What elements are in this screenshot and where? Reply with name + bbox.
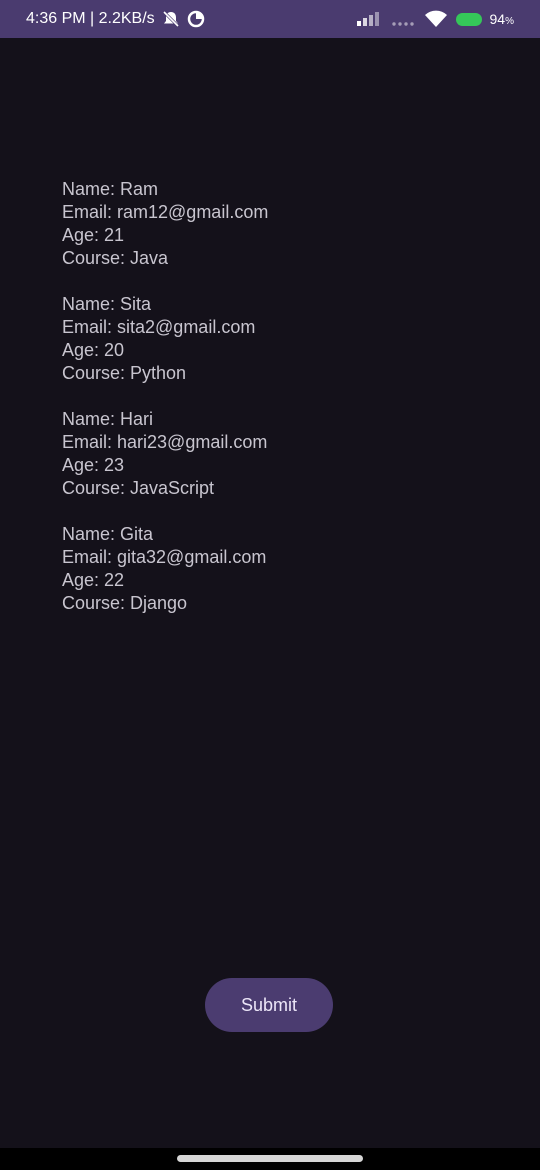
student-email: Email: ram12@gmail.com <box>62 202 269 222</box>
home-indicator[interactable] <box>177 1155 363 1162</box>
student-list: Name: Ram Email: ram12@gmail.com Age: 21… <box>62 178 502 638</box>
navigation-bar <box>0 1148 540 1170</box>
student-email: Email: gita32@gmail.com <box>62 547 267 567</box>
submit-button[interactable]: Submit <box>205 978 333 1032</box>
student-course: Course: Java <box>62 248 169 268</box>
student-age: Age: 23 <box>62 455 125 475</box>
student-course: Course: JavaScript <box>62 478 215 498</box>
student-card: Name: Hari Email: hari23@gmail.com Age: … <box>62 408 502 500</box>
student-course: Course: Python <box>62 363 187 383</box>
student-name: Name: Sita <box>62 294 152 314</box>
vpn-icon <box>187 10 205 28</box>
student-card: Name: Ram Email: ram12@gmail.com Age: 21… <box>62 178 502 270</box>
student-email: Email: hari23@gmail.com <box>62 432 268 452</box>
mute-icon <box>161 10 181 28</box>
student-course: Course: Django <box>62 593 188 613</box>
status-bar: 4:36 PM | 2.2KB/s 94% <box>0 0 540 38</box>
student-email: Email: sita2@gmail.com <box>62 317 256 337</box>
student-card: Name: Gita Email: gita32@gmail.com Age: … <box>62 523 502 615</box>
status-right: 94% <box>356 10 514 28</box>
student-name: Name: Gita <box>62 524 154 544</box>
status-left: 4:36 PM | 2.2KB/s <box>26 10 205 28</box>
battery-percent: 94% <box>489 11 514 27</box>
student-name: Name: Ram <box>62 179 159 199</box>
student-name: Name: Hari <box>62 409 154 429</box>
student-age: Age: 21 <box>62 225 125 245</box>
student-age: Age: 22 <box>62 570 125 590</box>
student-age: Age: 20 <box>62 340 125 360</box>
status-time: 4:36 PM | 2.2KB/s <box>26 10 155 27</box>
student-card: Name: Sita Email: sita2@gmail.com Age: 2… <box>62 293 502 385</box>
signal-icon <box>356 11 416 27</box>
battery-icon <box>455 12 482 26</box>
wifi-icon <box>424 10 448 28</box>
